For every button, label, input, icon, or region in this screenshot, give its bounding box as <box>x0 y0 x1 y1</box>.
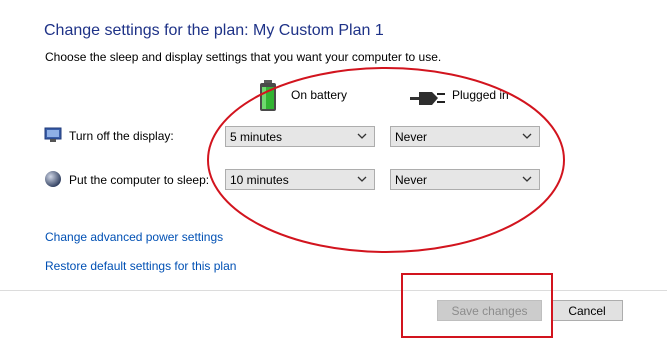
sleep-moon-icon <box>44 170 62 193</box>
chevron-down-icon <box>522 176 532 182</box>
footer-divider <box>0 290 667 291</box>
cancel-button[interactable]: Cancel <box>551 300 623 321</box>
chevron-down-icon <box>357 133 367 139</box>
battery-column-header: On battery <box>258 80 368 114</box>
page-subtitle: Choose the sleep and display settings th… <box>45 50 442 64</box>
plugged-column-header: Plugged in <box>410 80 530 114</box>
display-plugged-value: Never <box>395 129 428 144</box>
sleep-battery-select[interactable]: 10 minutes <box>225 169 375 190</box>
chevron-down-icon <box>357 176 367 182</box>
page-title: Change settings for the plan: My Custom … <box>44 22 384 39</box>
on-battery-label: On battery <box>291 88 348 102</box>
sleep-label: Put the computer to sleep: <box>69 173 210 187</box>
restore-defaults-link[interactable]: Restore default settings for this plan <box>45 259 236 273</box>
chevron-down-icon <box>522 133 532 139</box>
display-plugged-select[interactable]: Never <box>390 126 540 147</box>
save-changes-button[interactable]: Save changes <box>437 300 542 321</box>
display-icon <box>44 127 62 148</box>
display-battery-select[interactable]: 5 minutes <box>225 126 375 147</box>
sleep-plugged-value: Never <box>395 172 428 187</box>
sleep-battery-value: 10 minutes <box>230 172 289 187</box>
plugged-in-label: Plugged in <box>452 88 509 102</box>
display-battery-value: 5 minutes <box>230 129 283 144</box>
turn-off-display-label: Turn off the display: <box>69 129 174 143</box>
power-plug-icon <box>410 84 446 115</box>
advanced-power-settings-link[interactable]: Change advanced power settings <box>45 230 223 244</box>
battery-icon <box>258 80 278 117</box>
sleep-plugged-select[interactable]: Never <box>390 169 540 190</box>
